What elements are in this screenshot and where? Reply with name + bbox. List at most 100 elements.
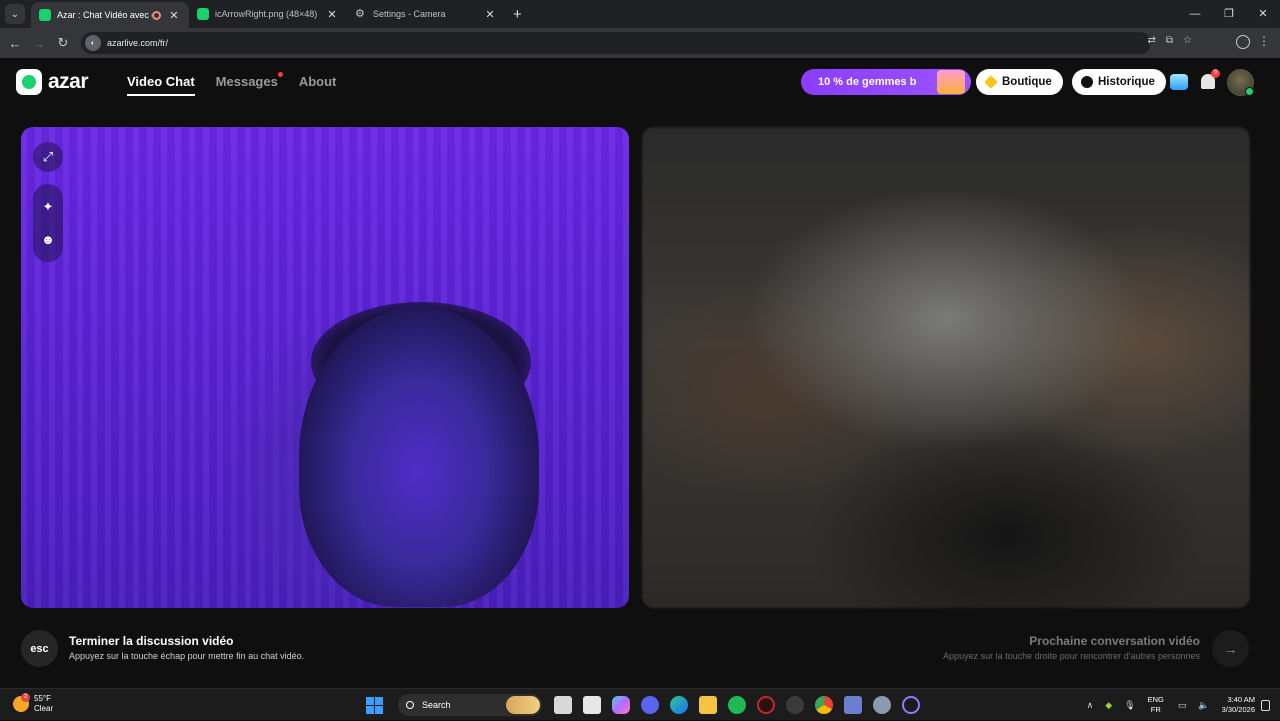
- windows-start-icon[interactable]: [366, 696, 383, 714]
- next-arrow-button[interactable]: →: [1212, 630, 1249, 667]
- discord-icon[interactable]: [641, 696, 659, 714]
- notification-center-icon[interactable]: [1261, 699, 1270, 711]
- back-arrow-icon[interactable]: ←: [3, 36, 27, 51]
- bookmark-star-icon[interactable]: ☆: [1183, 35, 1192, 46]
- gem-icon: [984, 75, 998, 89]
- minimize-button[interactable]: —: [1178, 0, 1212, 28]
- volume-icon[interactable]: 🔈: [1198, 700, 1209, 711]
- azar-app: azar Video Chat Messages About 10 % de g…: [0, 58, 1280, 688]
- omnibox-actions: ⇄ ⧉ ☆: [1148, 35, 1193, 46]
- clock-time: 3:40 AM: [1227, 695, 1255, 704]
- nav-messages-label: Messages: [215, 74, 278, 89]
- logo-text: azar: [48, 70, 89, 93]
- profile-icon[interactable]: [1236, 35, 1250, 49]
- unread-dot-icon: [277, 72, 283, 77]
- nav-messages[interactable]: Messages: [215, 72, 283, 96]
- online-status-icon: [1245, 87, 1254, 96]
- azar-logo-mark-icon: [16, 69, 42, 95]
- tab-title: Settings - Camera: [373, 9, 446, 19]
- clock-date: 3/30/2026: [1221, 705, 1255, 714]
- weather-text: 55°F Clear: [34, 694, 53, 714]
- gems-promo-banner[interactable]: 10 % de gemmes b: [801, 69, 971, 95]
- reload-icon[interactable]: ↻: [51, 35, 75, 51]
- tab-search-menu-button[interactable]: ⌄: [5, 4, 25, 24]
- url-text: azarlive.com/fr/: [107, 38, 169, 48]
- windows-taskbar: 2 55°F Clear Search ∧ ◆ 🎙 ENG FR ▭ 🔈 3:4…: [0, 688, 1280, 720]
- weather-desc: Clear: [34, 704, 54, 713]
- weather-widget[interactable]: 2 55°F Clear: [13, 693, 53, 714]
- tab-close-icon[interactable]: ✕: [483, 8, 497, 21]
- settings-gear-icon[interactable]: [873, 696, 891, 714]
- edge-icon[interactable]: [670, 696, 688, 714]
- store-icon[interactable]: [583, 696, 601, 714]
- tray-app-icon[interactable]: ◆: [1105, 700, 1112, 711]
- taskbar-apps: Search: [366, 694, 931, 716]
- microphone-icon[interactable]: 🎙: [1124, 700, 1135, 711]
- search-highlight-icon: [506, 696, 540, 714]
- treasure-chest-icon: [937, 70, 965, 94]
- new-tab-button[interactable]: +: [513, 6, 522, 23]
- window-controls: — ❐ ✕: [1178, 0, 1280, 28]
- browser-menu-icon[interactable]: ⋮: [1258, 34, 1270, 48]
- promo-text: 10 % de gemmes b: [818, 76, 917, 88]
- notification-badge: 9: [1211, 69, 1220, 78]
- weather-temp: 55°F: [34, 694, 51, 703]
- remote-video-feed-blurred: [642, 127, 1250, 608]
- system-clock[interactable]: 3:40 AM 3/30/2026: [1222, 695, 1255, 715]
- forward-arrow-icon[interactable]: →: [27, 36, 51, 51]
- end-chat-hint: Appuyez sur la touche échap pour mettre …: [69, 651, 305, 661]
- tab-icarrowright[interactable]: icArrowRight.png (48×48) ✕: [189, 0, 347, 28]
- browser-address-bar: ← → ↻ ◐ azarlive.com/fr/ ⇄ ⧉ ☆ ⋮: [0, 28, 1280, 58]
- install-app-icon[interactable]: ⧉: [1166, 35, 1173, 46]
- gear-favicon-icon: ⚙: [355, 8, 365, 20]
- weather-badge: 2: [21, 693, 30, 702]
- chrome-icon[interactable]: [815, 696, 833, 714]
- azar-logo[interactable]: azar: [16, 69, 89, 95]
- fullscreen-expand-icon[interactable]: ⤢: [33, 142, 63, 172]
- maximize-button[interactable]: ❐: [1212, 0, 1246, 28]
- weather-sun-icon: 2: [13, 693, 30, 712]
- search-icon: [406, 701, 414, 709]
- local-video-feed: [21, 127, 629, 608]
- close-window-button[interactable]: ✕: [1246, 0, 1280, 28]
- gems-balance-icon[interactable]: [1170, 74, 1188, 90]
- face-mask-icon[interactable]: ☻: [33, 224, 63, 254]
- clock-icon: [1081, 76, 1093, 88]
- nav-video-chat[interactable]: Video Chat: [127, 74, 195, 96]
- spotify-icon[interactable]: [728, 696, 746, 714]
- show-hidden-icons-chevron-icon[interactable]: ∧: [1087, 700, 1094, 711]
- browser-tab-bar: ⌄ Azar : Chat Vidéo avec de n ✕ icArrowR…: [0, 0, 1280, 28]
- end-chat-title: Terminer la discussion vidéo: [69, 634, 234, 648]
- boutique-button[interactable]: Boutique: [976, 69, 1063, 95]
- recorder-app-icon[interactable]: [786, 696, 804, 714]
- search-label: Search: [422, 700, 451, 710]
- taskbar-search-box[interactable]: Search: [398, 694, 542, 716]
- image-favicon-icon: [197, 8, 209, 20]
- tab-azar[interactable]: Azar : Chat Vidéo avec de n ✕: [31, 2, 189, 28]
- boutique-label: Boutique: [1002, 76, 1052, 88]
- translate-icon[interactable]: ⇄: [1148, 35, 1156, 46]
- task-view-icon[interactable]: [554, 696, 572, 714]
- lang-line1: ENG: [1147, 695, 1164, 704]
- copilot-icon[interactable]: [612, 696, 630, 714]
- tab-close-icon[interactable]: ✕: [167, 9, 181, 22]
- tab-settings-camera[interactable]: ⚙ Settings - Camera ✕: [347, 0, 505, 28]
- history-button[interactable]: Historique: [1072, 69, 1166, 95]
- esc-key-button[interactable]: esc: [21, 630, 58, 667]
- magic-wand-icon[interactable]: ✦: [33, 192, 63, 222]
- site-info-icon[interactable]: ◐: [85, 35, 101, 51]
- url-input[interactable]: ◐ azarlive.com/fr/: [81, 32, 1151, 54]
- language-indicator[interactable]: ENG FR: [1148, 695, 1164, 715]
- video-tools: ⤢ ✦ ☻: [33, 142, 63, 262]
- file-explorer-icon[interactable]: [699, 696, 717, 714]
- network-icon[interactable]: ▭: [1178, 700, 1187, 711]
- tab-close-icon[interactable]: ✕: [325, 8, 339, 21]
- system-tray: ∧ ◆ 🎙 ENG FR ▭ 🔈 3:40 AM 3/30/2026: [1087, 689, 1270, 721]
- next-chat-hint: Appuyez sur la touche droite pour rencon…: [943, 651, 1200, 661]
- next-chat-title: Prochaine conversation vidéo: [1029, 634, 1200, 648]
- media-app-icon[interactable]: [757, 696, 775, 714]
- azar-favicon-icon: [39, 9, 51, 21]
- nav-about[interactable]: About: [299, 74, 337, 96]
- assistant-app-icon[interactable]: [902, 696, 920, 714]
- snipping-tool-icon[interactable]: [844, 696, 862, 714]
